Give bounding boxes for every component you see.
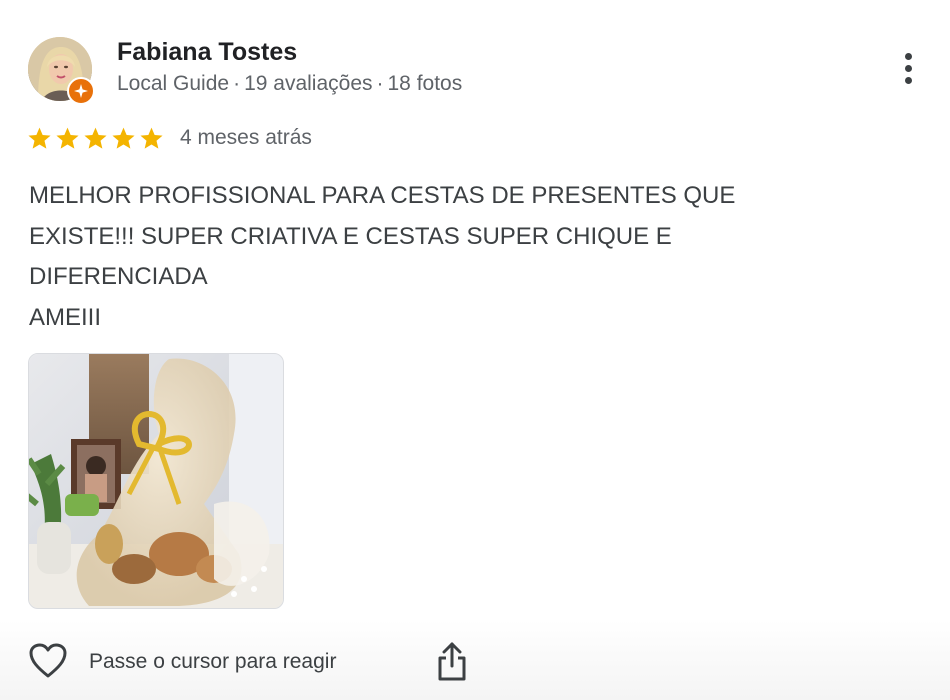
local-guide-badge-icon [67, 77, 95, 105]
local-guide-label: Local Guide [117, 72, 230, 95]
star-icon [56, 127, 79, 149]
star-icon [84, 127, 107, 149]
review-line: AMEIII [29, 303, 102, 331]
react-label[interactable]: Passe o cursor para reagir [89, 650, 336, 674]
photos-count: 18 fotos [387, 72, 463, 95]
more-options-button[interactable] [893, 48, 923, 88]
reviews-count: 19 avaliações [244, 72, 373, 95]
meta-separator: · [233, 72, 241, 95]
more-vert-icon-dot [904, 64, 912, 72]
share-button[interactable] [436, 642, 468, 682]
review-photo[interactable] [28, 353, 284, 609]
review-line: EXISTE!!! SUPER CRIATIVA E CESTAS SUPER … [29, 222, 672, 250]
meta-separator: · [376, 72, 384, 95]
star-icon [140, 127, 163, 149]
more-vert-icon-dot [904, 52, 912, 60]
star-icon [28, 127, 51, 149]
more-vert-icon-dot [904, 76, 912, 84]
review-line: MELHOR PROFISSIONAL PARA CESTAS DE PRESE… [29, 182, 736, 209]
reviewer-name[interactable]: Fabiana Tostes [117, 38, 297, 67]
share-icon [438, 642, 466, 681]
react-button[interactable] [28, 642, 68, 680]
heart-icon [29, 643, 67, 678]
review-text: MELHOR PROFISSIONAL PARA CESTAS DE PRESE… [29, 176, 889, 338]
star-rating [27, 126, 164, 151]
review-time: 4 meses atrás [180, 126, 312, 149]
gift-basket-image [29, 354, 283, 608]
reviewer-meta: Local Guide · 19 avaliações · 18 fotos [117, 72, 462, 96]
review-line: DIFERENCIADA [29, 263, 208, 290]
star-icon [112, 127, 135, 149]
